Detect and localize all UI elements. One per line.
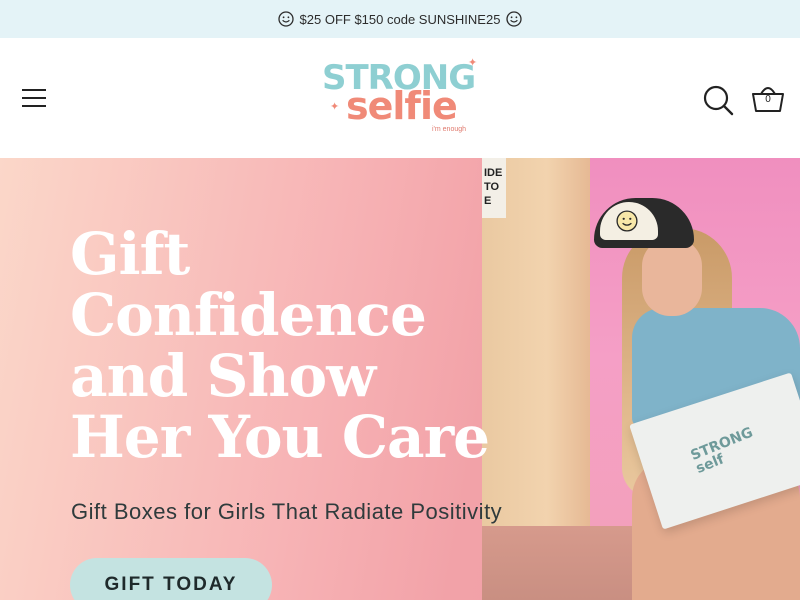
search-icon[interactable] (702, 84, 734, 116)
site-header: STRONG selfie i'm enough ✦ ✦ 0 (0, 38, 800, 158)
hero-title-line: Gift (70, 220, 190, 288)
site-logo[interactable]: STRONG selfie i'm enough ✦ ✦ (320, 56, 480, 140)
hero-title-line: and Show (70, 342, 376, 410)
announcement-text[interactable]: $25 OFF $150 code SUNSHINE25 (300, 12, 501, 27)
hero-banner: IDE TO E STRONG self Gift Confidence and S… (0, 158, 800, 600)
announcement-bar: $25 OFF $150 code SUNSHINE25 (0, 0, 800, 38)
photo-model-face (642, 238, 702, 316)
hero-title-line: Confidence (70, 281, 427, 349)
smiley-icon (506, 11, 523, 27)
hero-subtitle: Gift Boxes for Girls That Radiate Positi… (71, 499, 503, 524)
hamburger-menu-icon[interactable] (22, 87, 48, 109)
hero-title-line: Her You Care (70, 403, 490, 471)
sparkle-icon: ✦ (330, 100, 340, 113)
photo-sign: IDE TO E (482, 158, 506, 218)
hero-title: Gift Confidence and Show Her You Care (70, 224, 590, 468)
gift-box-logo: STRONG self (688, 424, 756, 477)
gift-today-button[interactable]: GIFT TODAY (70, 558, 272, 600)
logo-tagline: i'm enough (432, 126, 467, 133)
smiley-icon (616, 210, 638, 232)
cart-count-badge: 0 (765, 94, 771, 105)
cart-button[interactable]: 0 (750, 82, 786, 114)
sparkle-icon: ✦ (468, 56, 478, 69)
logo-line-selfie: selfie (346, 84, 458, 128)
smiley-icon (277, 11, 294, 27)
